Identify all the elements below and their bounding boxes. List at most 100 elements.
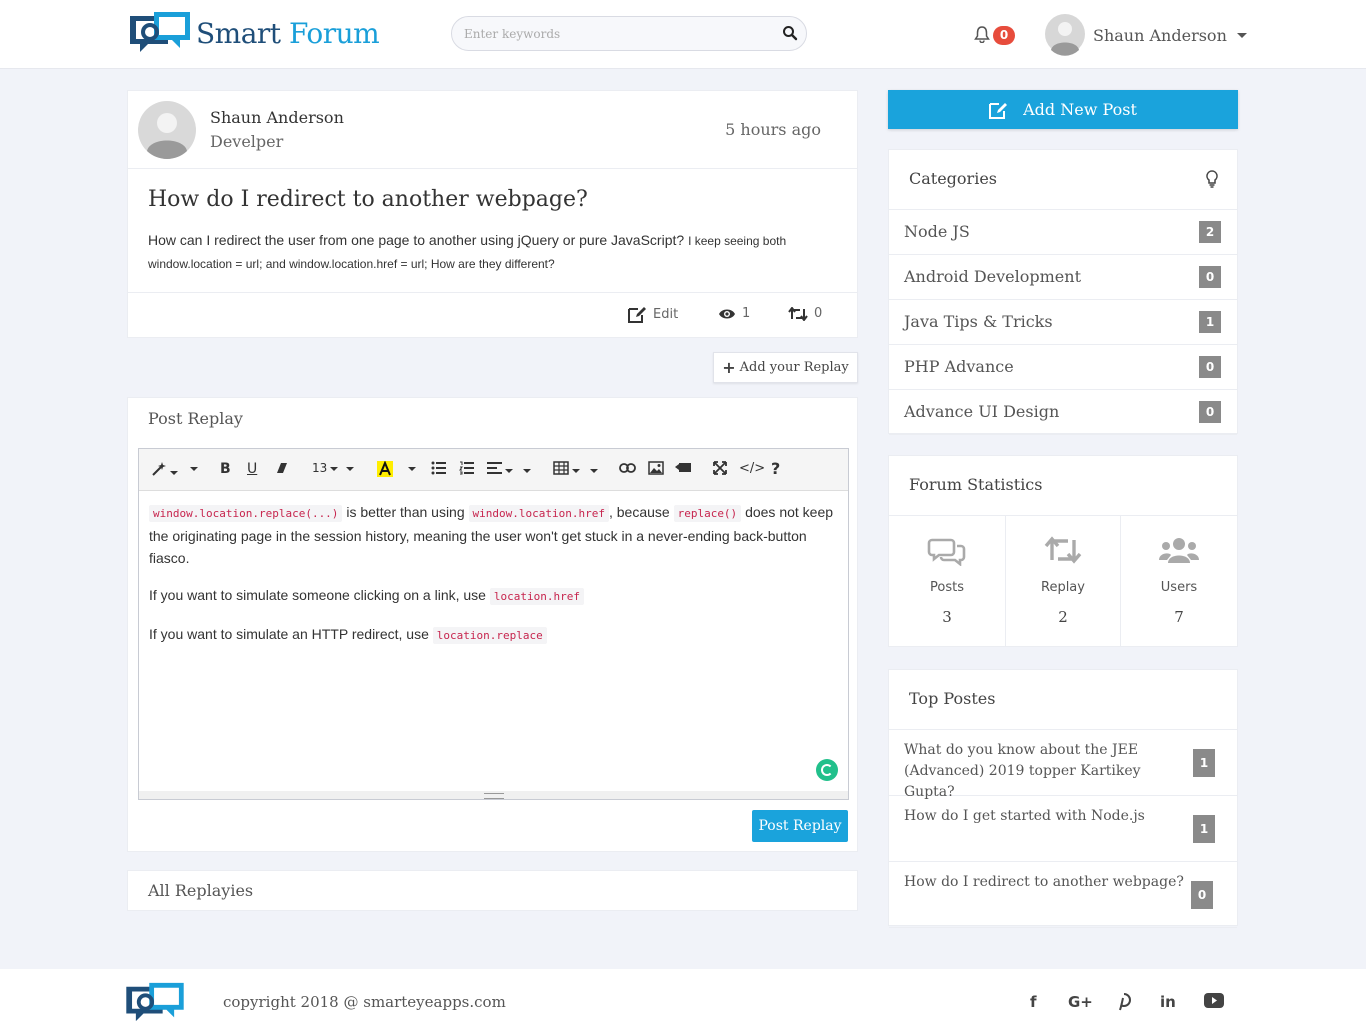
add-new-post-label: Add New Post <box>1023 100 1137 119</box>
post-author-role: Develper <box>210 132 284 151</box>
bold-button[interactable]: B <box>220 461 231 477</box>
code-snippet: location.href <box>489 588 584 605</box>
image-icon <box>648 461 664 475</box>
table-dropdown[interactable] <box>553 461 598 479</box>
top-post-title: What do you know about the JEE (Advanced… <box>904 742 1141 800</box>
retweet-icon <box>1044 536 1082 564</box>
list-ol-icon <box>459 461 474 475</box>
top-post-item[interactable]: How do I redirect to another webpage? 0 <box>889 862 1237 928</box>
bullet-list-button[interactable] <box>431 461 446 479</box>
code-view-button[interactable]: </> <box>739 461 765 476</box>
insert-link-button[interactable] <box>619 461 636 477</box>
stat-label: Replay <box>1041 580 1085 595</box>
rich-text-editor: B U 13 </> ? window.location.replace(...… <box>138 448 849 800</box>
add-new-post-button[interactable]: Add New Post <box>888 90 1238 129</box>
align-left-icon <box>487 462 502 474</box>
bell-icon[interactable] <box>974 25 990 47</box>
category-item[interactable]: Android Development 0 <box>889 255 1237 300</box>
stat-value: 7 <box>1174 608 1184 626</box>
add-reply-button[interactable]: + Add your Replay <box>713 352 858 383</box>
category-item[interactable]: Advance UI Design 0 <box>889 390 1237 435</box>
editor-content[interactable]: window.location.replace(...) is better t… <box>149 501 839 662</box>
lightbulb-icon <box>1206 170 1218 188</box>
all-replies-card: All Replayies <box>127 870 858 911</box>
category-item[interactable]: Node JS 2 <box>889 210 1237 255</box>
category-count-badge: 0 <box>1199 401 1221 423</box>
brand-logo[interactable]: Smart Forum <box>128 10 380 56</box>
search-input[interactable] <box>464 17 764 50</box>
brand-name: Smart Forum <box>196 16 380 50</box>
text-color-icon <box>377 460 393 477</box>
list-ul-icon <box>431 461 446 475</box>
top-post-title: How do I redirect to another webpage? <box>904 874 1184 890</box>
footer: copyright 2018 @ smarteyeapps.com f G+ i… <box>0 969 1366 1034</box>
editor-text: If you want to simulate an HTTP redirect… <box>149 626 433 642</box>
plus-icon: + <box>722 358 736 377</box>
font-size-value: 13 <box>312 461 328 475</box>
style-dropdown[interactable] <box>187 461 198 477</box>
top-posts-header: Top Postes <box>889 670 1237 730</box>
facebook-icon[interactable]: f <box>1030 993 1037 1011</box>
category-name: PHP Advance <box>904 357 1014 376</box>
editor-text: is better than using <box>342 504 469 520</box>
editor-text: , because <box>608 504 674 520</box>
views-value: 1 <box>742 306 751 321</box>
search-box <box>451 16 807 51</box>
magic-style-dropdown[interactable] <box>151 461 178 481</box>
post-reply-card: Post Replay B U 13 </> ? window.location… <box>127 397 858 852</box>
post-author[interactable]: Shaun Anderson <box>210 108 344 127</box>
google-plus-icon[interactable]: G+ <box>1068 993 1093 1011</box>
insert-image-button[interactable] <box>648 461 664 479</box>
categories-card: Categories Node JS 2 Android Development 0 J… <box>888 149 1238 435</box>
statistics-title: Forum Statistics <box>909 475 1043 494</box>
help-button[interactable]: ? <box>771 459 780 478</box>
category-count-badge: 2 <box>1199 221 1221 243</box>
footer-logo-icon[interactable] <box>124 981 186 1025</box>
category-name: Advance UI Design <box>904 402 1060 421</box>
category-count-badge: 1 <box>1199 311 1221 333</box>
magic-wand-icon <box>152 462 166 476</box>
post-reply-button[interactable]: Post Replay <box>752 810 848 842</box>
categories-title: Categories <box>909 169 997 188</box>
search-icon[interactable] <box>782 25 798 45</box>
eraser-button[interactable] <box>275 461 289 479</box>
code-snippet: window.location.href <box>468 505 609 522</box>
stat-replay: Replay 2 <box>1005 516 1121 647</box>
insert-video-button[interactable] <box>675 461 691 477</box>
share-count[interactable]: 0 <box>788 306 822 321</box>
editor-resize-handle[interactable] <box>139 791 848 799</box>
edit-button[interactable]: Edit <box>628 306 678 323</box>
top-post-title: How do I get started with Node.js <box>904 808 1145 824</box>
brand-name-part2: Forum <box>288 16 380 50</box>
top-post-count-badge: 1 <box>1193 815 1215 843</box>
share-value: 0 <box>814 306 823 321</box>
user-menu[interactable]: Shaun Anderson <box>1045 14 1247 56</box>
font-size-dropdown[interactable]: 13 <box>312 461 355 475</box>
grammar-check-icon[interactable] <box>816 759 838 781</box>
editor-paragraph-1: window.location.replace(...) is better t… <box>149 501 839 569</box>
fullscreen-button[interactable] <box>713 461 727 479</box>
code-snippet: window.location.replace(...) <box>149 505 343 522</box>
category-item[interactable]: Java Tips & Tricks 1 <box>889 300 1237 345</box>
expand-icon <box>713 461 727 475</box>
category-item[interactable]: PHP Advance 0 <box>889 345 1237 390</box>
paragraph-align-dropdown[interactable] <box>487 461 531 479</box>
youtube-icon[interactable] <box>1204 993 1224 1012</box>
copyright-text: copyright 2018 @ smarteyeapps.com <box>223 993 506 1011</box>
post-actions: Edit 1 0 <box>128 292 857 338</box>
linkedin-icon[interactable]: in <box>1160 993 1176 1011</box>
underline-button[interactable]: U <box>247 461 257 477</box>
highlight-color-button[interactable] <box>377 460 393 481</box>
ordered-list-button[interactable] <box>459 461 474 479</box>
top-posts-title: Top Postes <box>909 689 996 708</box>
notification-count-badge: 0 <box>993 26 1015 45</box>
color-dropdown[interactable] <box>405 461 416 477</box>
top-post-item[interactable]: How do I get started with Node.js 1 <box>889 796 1237 862</box>
category-count-badge: 0 <box>1199 266 1221 288</box>
editor-paragraph-2: If you want to simulate someone clicking… <box>149 584 839 608</box>
pinterest-icon[interactable] <box>1117 993 1131 1015</box>
post-body-main: How can I redirect the user from one pag… <box>148 232 685 248</box>
category-count-badge: 0 <box>1199 356 1221 378</box>
forum-statistics-card: Forum Statistics Posts 3 Replay 2 Users … <box>888 455 1238 647</box>
top-post-item[interactable]: What do you know about the JEE (Advanced… <box>889 730 1237 800</box>
